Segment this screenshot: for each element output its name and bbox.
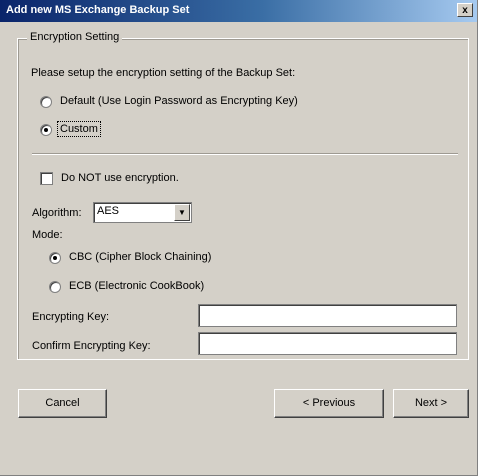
chevron-down-icon[interactable]: ▼ bbox=[174, 204, 190, 221]
confirm-key-input[interactable] bbox=[198, 332, 457, 355]
algorithm-select[interactable]: AES ▼ bbox=[93, 202, 192, 223]
ecb-mode-label[interactable]: ECB (Electronic CookBook) bbox=[69, 280, 204, 292]
close-icon: x bbox=[462, 5, 468, 16]
cbc-mode-label[interactable]: CBC (Cipher Block Chaining) bbox=[69, 251, 211, 263]
next-button[interactable]: Next > bbox=[393, 389, 469, 418]
title-bar[interactable]: Add new MS Exchange Backup Set x bbox=[0, 0, 477, 22]
algorithm-value: AES bbox=[97, 205, 120, 217]
mode-label: Mode: bbox=[32, 229, 63, 241]
window-title: Add new MS Exchange Backup Set bbox=[6, 4, 190, 16]
encrypting-key-input[interactable] bbox=[198, 304, 457, 327]
close-button[interactable]: x bbox=[457, 3, 473, 17]
no-encryption-checkbox[interactable] bbox=[40, 172, 53, 185]
default-encryption-radio[interactable] bbox=[40, 96, 52, 108]
encrypting-key-label: Encrypting Key: bbox=[32, 311, 110, 323]
cancel-button[interactable]: Cancel bbox=[18, 389, 107, 418]
confirm-key-label: Confirm Encrypting Key: bbox=[32, 340, 151, 352]
custom-encryption-radio[interactable] bbox=[40, 124, 52, 136]
encryption-setting-group: Encryption Setting Please setup the encr… bbox=[17, 31, 469, 360]
default-encryption-label[interactable]: Default (Use Login Password as Encryptin… bbox=[60, 95, 298, 107]
no-encryption-label[interactable]: Do NOT use encryption. bbox=[61, 172, 179, 184]
divider bbox=[32, 153, 458, 155]
cbc-mode-radio[interactable] bbox=[49, 252, 61, 264]
algorithm-label: Algorithm: bbox=[32, 207, 82, 219]
backup-set-dialog: Add new MS Exchange Backup Set x Encrypt… bbox=[0, 0, 478, 476]
encryption-instruction: Please setup the encryption setting of t… bbox=[31, 67, 296, 79]
custom-encryption-label[interactable]: Custom bbox=[57, 121, 101, 137]
previous-button[interactable]: < Previous bbox=[274, 389, 384, 418]
encryption-setting-legend: Encryption Setting bbox=[27, 31, 123, 43]
ecb-mode-radio[interactable] bbox=[49, 281, 61, 293]
